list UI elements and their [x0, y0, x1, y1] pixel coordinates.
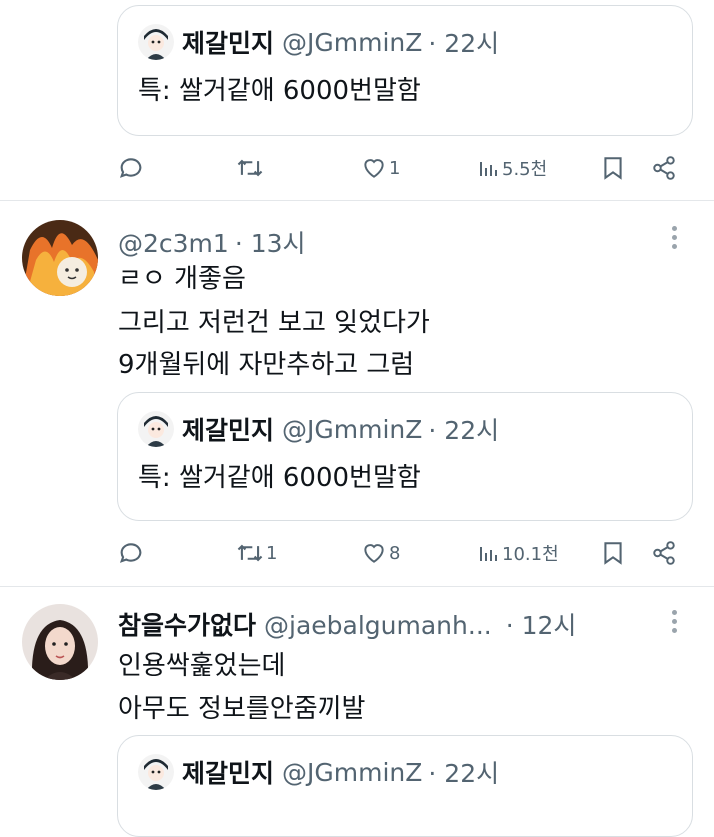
retweet-arrows-icon	[237, 544, 263, 562]
quoted-tweet-text: 특: 쌀거같애 6000번말함	[138, 76, 421, 106]
quoted-timestamp[interactable]: · 22시	[428, 411, 499, 447]
retweet-button[interactable]: 1	[235, 533, 277, 573]
retweet-arrows-icon	[237, 159, 263, 177]
speech-bubble-icon	[119, 543, 142, 563]
more-options-button[interactable]	[672, 610, 680, 637]
timestamp[interactable]: · 12시	[506, 606, 577, 642]
heart-icon	[364, 159, 384, 178]
tweet-divider	[0, 586, 714, 587]
views-count: 5.5천	[502, 159, 548, 180]
tweet-text-line: 아무도 정보를안줌끼발	[118, 694, 366, 724]
author-handle[interactable]: @jaebalgumanh...	[264, 611, 492, 640]
like-count: 8	[389, 542, 401, 564]
speech-bubble-icon	[119, 158, 142, 178]
share-button[interactable]	[651, 533, 677, 573]
quoted-tweet-card[interactable]: 제갈민지 @JGmminZ · 22시 특: 쌀거같애 6000번말함	[117, 392, 693, 521]
views-button[interactable]: 5.5천	[478, 148, 547, 188]
quoted-timestamp[interactable]: · 22시	[428, 24, 499, 60]
tweet-text-line: ㄹㅇ 개좋음	[118, 264, 246, 294]
tweet-text-line: 9개월뒤에 자만추하고 그럼	[118, 350, 415, 380]
more-vertical-icon	[672, 610, 680, 633]
quoted-tweet-card[interactable]: 제갈민지 @JGmminZ · 22시	[117, 735, 693, 837]
share-icon	[653, 541, 675, 565]
quoted-tweet-header: 제갈민지 @JGmminZ · 22시	[138, 24, 499, 60]
quoted-author-handle[interactable]: @JGmminZ	[282, 28, 422, 57]
share-icon	[653, 156, 675, 180]
timestamp[interactable]: · 13시	[235, 224, 306, 260]
quoted-author-name[interactable]: 제갈민지	[182, 411, 274, 447]
bar-chart-icon	[480, 162, 497, 176]
avatar[interactable]	[22, 604, 98, 680]
more-options-button[interactable]	[672, 226, 680, 253]
quoted-author-name[interactable]: 제갈민지	[182, 24, 274, 60]
retweet-count: 1	[266, 542, 278, 564]
share-button[interactable]	[651, 148, 677, 188]
quoted-tweet-header: 제갈민지 @JGmminZ · 22시	[138, 411, 499, 447]
bar-chart-icon	[480, 547, 497, 561]
reply-button[interactable]	[117, 148, 145, 188]
retweet-button[interactable]	[235, 148, 265, 188]
author-name[interactable]: 참을수가없다	[118, 606, 256, 642]
quoted-tweet-text: 특: 쌀거같애 6000번말함	[138, 463, 421, 493]
like-button[interactable]: 1	[361, 148, 400, 188]
reply-button[interactable]	[117, 533, 145, 573]
quoted-avatar	[138, 411, 174, 447]
tweet-header: 참을수가없다 @jaebalgumanh... · 12시	[118, 606, 576, 642]
bookmark-icon	[604, 157, 622, 180]
tweet-actions-bar: 1 5.5천	[0, 148, 714, 188]
tweet-header: @2c3m1 · 13시	[118, 224, 306, 260]
quoted-author-handle[interactable]: @JGmminZ	[282, 415, 422, 444]
tweet-divider	[0, 200, 714, 201]
bookmark-button[interactable]	[602, 533, 624, 573]
tweet-text-line: 인용싹훑었는데	[118, 651, 286, 681]
views-count: 10.1천	[502, 544, 559, 565]
views-button[interactable]: 10.1천	[478, 533, 559, 573]
quoted-avatar	[138, 754, 174, 790]
tweet-text-line: 그리고 저런건 보고 잊었다가	[118, 308, 430, 338]
quoted-tweet-card[interactable]: 제갈민지 @JGmminZ · 22시 특: 쌀거같애 6000번말함	[117, 5, 693, 136]
like-button[interactable]: 8	[361, 533, 400, 573]
author-handle[interactable]: @2c3m1	[118, 229, 229, 258]
avatar[interactable]	[22, 220, 98, 296]
heart-icon	[364, 544, 384, 563]
quoted-tweet-header: 제갈민지 @JGmminZ · 22시	[138, 754, 499, 790]
tweet-actions-bar: 1 8 10.1천	[0, 533, 714, 573]
quoted-author-name[interactable]: 제갈민지	[182, 754, 274, 790]
quoted-timestamp[interactable]: · 22시	[428, 754, 499, 790]
bookmark-icon	[604, 542, 622, 565]
more-vertical-icon	[672, 226, 680, 249]
bookmark-button[interactable]	[602, 148, 624, 188]
like-count: 1	[389, 157, 401, 179]
quoted-avatar	[138, 24, 174, 60]
quoted-author-handle[interactable]: @JGmminZ	[282, 758, 422, 787]
